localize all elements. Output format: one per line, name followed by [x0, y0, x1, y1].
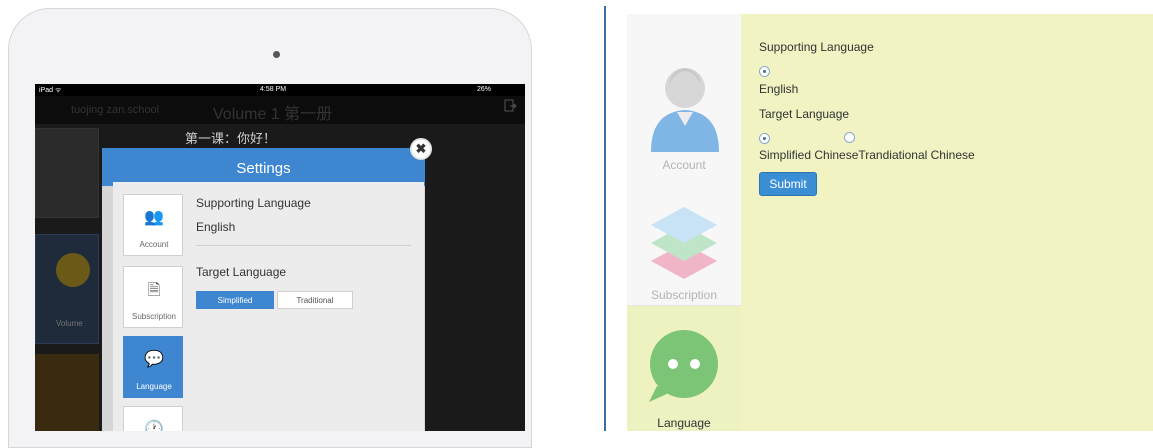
status-bar: iPad ᯤ 4:58 PM 26%	[35, 84, 525, 96]
app-header: tuojing zan.school Volume 1 第一册	[35, 96, 525, 124]
target-language-label: Target Language	[759, 107, 850, 121]
close-icon: ✖	[415, 141, 427, 156]
target-language-label: Target Language	[196, 265, 287, 279]
users-icon: 👥	[144, 209, 164, 226]
traditional-chinese-radio[interactable]	[844, 132, 855, 143]
divider-line	[604, 6, 606, 431]
target-options-label: Simplified ChineseTrandiational Chinese	[759, 148, 975, 162]
battery-label: 26%	[477, 86, 492, 93]
logout-button[interactable]	[503, 99, 517, 119]
settings-modal: Settings ✖ 👥 Account 🗎 Subscription 💬 La…	[102, 138, 432, 431]
avatar-icon	[651, 68, 719, 152]
supporting-language-value: English	[196, 220, 236, 234]
tab-label: Subscription	[131, 312, 177, 321]
document-icon: 🗎	[147, 282, 161, 299]
simplified-toggle[interactable]: Simplified	[196, 291, 274, 309]
close-button[interactable]: ✖	[410, 138, 432, 160]
chat-bubble-icon	[649, 330, 718, 402]
divider	[196, 245, 411, 246]
settings-header: Settings	[102, 148, 425, 186]
volume-cover[interactable]	[35, 354, 99, 431]
simplified-chinese-radio[interactable]	[759, 133, 770, 144]
traditional-toggle[interactable]: Traditional	[277, 291, 353, 309]
carrier-label: iPad ᯤ	[39, 87, 62, 94]
tab-label: Account	[139, 240, 169, 249]
volume-cover[interactable]	[35, 128, 99, 218]
language-pane: Supporting Language English Target Langu…	[193, 182, 424, 431]
tab-account[interactable]: 👥 Account	[123, 194, 183, 256]
front-camera	[273, 51, 280, 58]
logout-icon	[504, 99, 517, 112]
school-name: tuojing zan.school	[71, 104, 160, 116]
volume-cover-selected[interactable]: Volume	[35, 234, 99, 344]
clock-icon: 🕐	[144, 421, 164, 431]
sidebar-item-subscription[interactable]: Subscription	[627, 195, 741, 305]
tab-history[interactable]: 🕐	[123, 406, 183, 431]
english-radio[interactable]	[759, 66, 770, 77]
submit-button[interactable]: Submit	[759, 172, 817, 196]
settings-title: Settings	[236, 160, 291, 177]
sidebar-label-subscription: Subscription	[650, 288, 718, 302]
tab-language[interactable]: 💬 Language	[123, 336, 183, 398]
sidebar-label-language: Language	[657, 416, 711, 430]
supporting-language-label: Supporting Language	[196, 196, 311, 210]
chat-bubble-icon: 💬	[144, 351, 164, 368]
lesson-title: 第一课：你好！	[185, 131, 277, 146]
layers-icon	[651, 207, 717, 279]
volume-label: Volume	[56, 319, 83, 328]
sidebar-item-language[interactable]: Language	[627, 306, 741, 431]
volume-medal-icon	[56, 253, 90, 287]
english-option-label: English	[759, 82, 799, 96]
clock-label: 4:58 PM	[260, 86, 287, 93]
tab-subscription[interactable]: 🗎 Subscription	[123, 266, 183, 328]
sidebar-label-account: Account	[662, 158, 706, 172]
tab-label: Language	[136, 382, 172, 391]
settings-body: 👥 Account 🗎 Subscription 💬 Language 🕐 Su…	[113, 182, 424, 431]
language-settings-panel: Supporting Language English Target Langu…	[741, 14, 1153, 431]
ipad-screen: iPad ᯤ 4:58 PM 26% tuojing zan.school Vo…	[35, 84, 525, 431]
sidebar-item-account[interactable]: Account	[627, 40, 741, 180]
volume-title: Volume 1 第一册	[213, 106, 333, 123]
supporting-language-label: Supporting Language	[759, 40, 874, 54]
